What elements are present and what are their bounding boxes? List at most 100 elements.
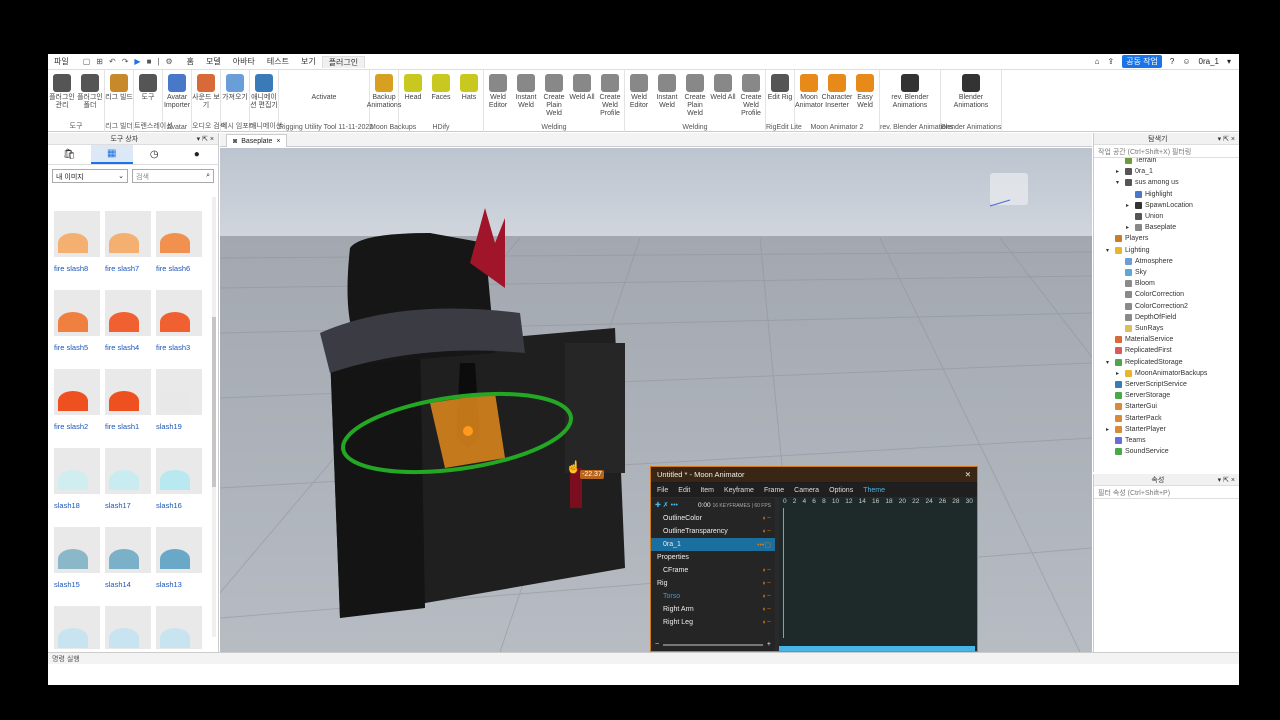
explorer-item[interactable]: ▾ Lighting bbox=[1106, 245, 1150, 256]
ribbon-button[interactable]: Faces bbox=[427, 70, 455, 122]
track-row[interactable]: Right Leg ◐− bbox=[651, 616, 775, 629]
search-icon[interactable]: ⌕ bbox=[206, 172, 210, 180]
ribbon-button[interactable]: Activate bbox=[279, 70, 369, 122]
ribbon-button[interactable]: 도구 bbox=[134, 70, 162, 122]
track-row[interactable]: Rig ◐− bbox=[651, 577, 775, 590]
tab-creations[interactable]: ● bbox=[176, 145, 219, 164]
ribbon-button[interactable]: 사운드 보기 bbox=[192, 70, 220, 122]
collapsed-arrow-icon[interactable]: ▸ bbox=[1116, 370, 1122, 377]
toolbox-asset[interactable]: fire slash4 bbox=[105, 290, 155, 352]
panel-controls-icon[interactable]: ▾ ⇱ × bbox=[1218, 476, 1235, 484]
ribbon-button[interactable]: 가져오기 bbox=[221, 70, 249, 122]
toolbox-asset[interactable]: slash16 bbox=[156, 448, 206, 510]
explorer-item[interactable]: Players bbox=[1106, 233, 1148, 244]
ribbon-button[interactable]: Weld Editor bbox=[484, 70, 512, 122]
explorer-item[interactable]: ▾ ReplicatedStorage bbox=[1106, 357, 1183, 368]
ribbon-button[interactable]: Create Plain Weld bbox=[540, 70, 568, 122]
panel-controls-icon[interactable]: ▾ ⇱ × bbox=[1218, 135, 1235, 143]
ribbon-button[interactable]: Hats bbox=[455, 70, 483, 122]
explorer-item[interactable]: ReplicatedFirst bbox=[1106, 345, 1172, 356]
menu-model[interactable]: 모델 bbox=[200, 56, 227, 67]
explorer-item[interactable]: ▸ StarterPlayer bbox=[1106, 424, 1166, 435]
moon-menu-item[interactable]: Item bbox=[700, 487, 714, 494]
open-file-icon[interactable]: ⊞ bbox=[96, 57, 103, 66]
ribbon-button[interactable]: Blender Animations bbox=[941, 70, 1001, 122]
explorer-item[interactable]: Sky bbox=[1116, 267, 1147, 278]
toolbox-asset[interactable]: fire slash1 bbox=[105, 369, 155, 431]
explorer-item[interactable]: ▸ Baseplate bbox=[1126, 222, 1176, 233]
explorer-item[interactable]: Union bbox=[1126, 211, 1163, 222]
menu-home[interactable]: 홈 bbox=[181, 56, 200, 67]
track-row[interactable]: OutlineColor ◐− bbox=[651, 512, 775, 525]
moon-menu-item[interactable]: Frame bbox=[764, 487, 784, 494]
tab-inventory[interactable]: ▦ bbox=[90, 145, 133, 164]
menu-view[interactable]: 보기 bbox=[295, 56, 322, 67]
track-control-icon[interactable]: ◐− bbox=[763, 528, 771, 535]
expanded-arrow-icon[interactable]: ▾ bbox=[1116, 179, 1122, 186]
toolbox-asset[interactable] bbox=[54, 606, 104, 649]
track-control-icon[interactable]: ◐− bbox=[763, 593, 771, 600]
explorer-item[interactable]: SunRays bbox=[1116, 323, 1163, 334]
explorer-item[interactable]: DepthOfField bbox=[1116, 312, 1176, 323]
track-control-icon[interactable]: ◐− bbox=[763, 580, 771, 587]
ribbon-button[interactable]: Weld Editor bbox=[625, 70, 653, 122]
ribbon-button[interactable]: Head bbox=[399, 70, 427, 122]
expanded-arrow-icon[interactable]: ▾ bbox=[1106, 247, 1112, 254]
settings-icon[interactable]: ⚙ bbox=[165, 57, 172, 66]
toolbox-asset[interactable]: fire slash3 bbox=[156, 290, 206, 352]
scrollbar-thumb[interactable] bbox=[212, 317, 216, 487]
menu-plugins[interactable]: 플러그인 bbox=[321, 55, 366, 68]
share-icon[interactable]: ⇪ bbox=[1108, 57, 1115, 66]
ribbon-button[interactable]: 애니메이션 편집기 bbox=[250, 70, 278, 122]
close-icon[interactable]: ✕ bbox=[965, 470, 971, 479]
menu-file[interactable]: 파일 bbox=[48, 56, 75, 67]
explorer-item[interactable]: ColorCorrection bbox=[1116, 289, 1184, 300]
new-file-icon[interactable]: ▢ bbox=[83, 57, 91, 66]
ribbon-button[interactable]: Character Inserter bbox=[822, 70, 852, 122]
slider-track[interactable] bbox=[663, 643, 763, 646]
explorer-item[interactable]: Teams bbox=[1106, 435, 1146, 446]
zoom-in-icon[interactable]: + bbox=[767, 641, 771, 648]
stop-icon[interactable]: ■ bbox=[147, 57, 152, 66]
expanded-arrow-icon[interactable]: ▾ bbox=[1106, 359, 1112, 366]
ribbon-button[interactable]: Create Weld Profile bbox=[596, 70, 624, 122]
explorer-item[interactable]: SoundService bbox=[1106, 446, 1169, 457]
toolbox-search-input[interactable]: 검색 ⌕ bbox=[132, 169, 214, 183]
explorer-item[interactable]: StarterGui bbox=[1106, 401, 1157, 412]
user-dropdown-icon[interactable]: ▾ bbox=[1227, 57, 1231, 66]
moon-menu-item[interactable]: Options bbox=[829, 487, 853, 494]
track-row[interactable]: CFrame ◐− bbox=[651, 564, 775, 577]
ribbon-button[interactable]: Avatar Importer bbox=[163, 70, 191, 122]
toolbox-asset[interactable]: fire slash6 bbox=[156, 211, 206, 273]
explorer-item[interactable]: Bloom bbox=[1116, 278, 1155, 289]
playhead[interactable] bbox=[783, 508, 784, 638]
ribbon-button[interactable]: Instant Weld bbox=[512, 70, 540, 122]
close-tab-icon[interactable]: × bbox=[276, 138, 280, 145]
timeline-scrollbar[interactable] bbox=[779, 646, 975, 651]
track-row[interactable]: OutlineTransparency ◐− bbox=[651, 525, 775, 538]
notifications-icon[interactable]: ⌂ bbox=[1095, 57, 1100, 66]
ribbon-button[interactable]: Weld All bbox=[709, 70, 737, 122]
moon-timeline[interactable]: 0 2 4 6 8 10 12 14 16 18 20 22 24 26 28 30 bbox=[779, 498, 977, 651]
toolbox-asset[interactable]: fire slash9 bbox=[156, 197, 206, 198]
ribbon-button[interactable]: 리그 빌드 bbox=[105, 70, 133, 122]
toolbox-scrollbar[interactable] bbox=[212, 197, 216, 637]
track-row[interactable]: Properties bbox=[651, 551, 775, 564]
track-control-icon[interactable]: •••▢ bbox=[757, 541, 771, 549]
track-control-icon[interactable]: ◐− bbox=[763, 515, 771, 522]
menu-avatar[interactable]: 아바타 bbox=[227, 56, 261, 67]
zoom-out-icon[interactable]: − bbox=[655, 641, 659, 648]
toolbox-asset[interactable]: slash13 bbox=[156, 527, 206, 589]
explorer-item[interactable]: ▸ 0ra_1 bbox=[1116, 166, 1153, 177]
explorer-item[interactable]: ▾ sus among us bbox=[1116, 177, 1179, 188]
tab-baseplate[interactable]: ◙ Baseplate × bbox=[226, 134, 288, 147]
command-bar[interactable]: 명령 실행 bbox=[48, 652, 1239, 664]
ribbon-button[interactable]: Easy Weld bbox=[851, 70, 879, 122]
track-row[interactable]: 0ra_1 •••▢ bbox=[651, 538, 775, 551]
track-row[interactable]: Right Arm ◐− bbox=[651, 603, 775, 616]
toolbox-asset[interactable]: fire slash8 bbox=[54, 211, 104, 273]
track-control-icon[interactable]: ◐− bbox=[763, 606, 771, 613]
username[interactable]: 0ra_1 bbox=[1199, 57, 1219, 66]
explorer-item[interactable]: StarterPack bbox=[1106, 413, 1162, 424]
toolbox-asset[interactable] bbox=[156, 606, 206, 649]
